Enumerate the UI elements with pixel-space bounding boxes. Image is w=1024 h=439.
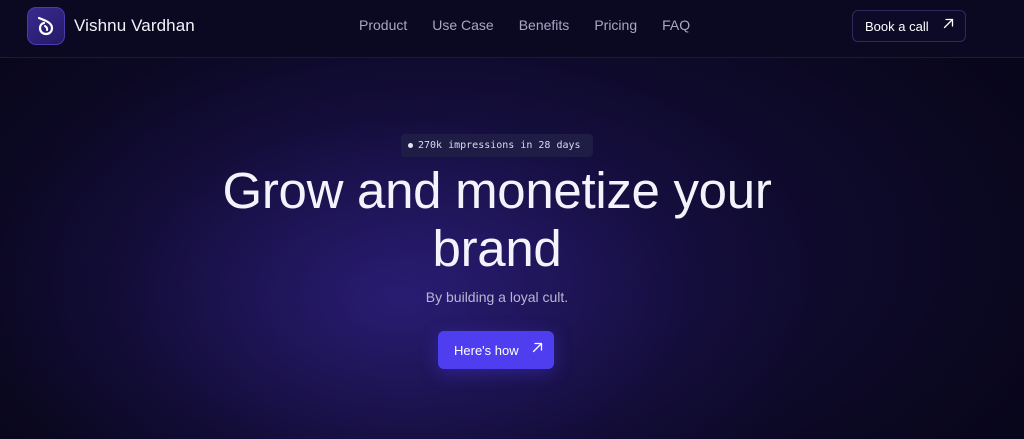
brand-name[interactable]: Vishnu Vardhan [74, 16, 195, 36]
arrow-up-right-icon [942, 17, 955, 35]
swirl-logo-icon[interactable] [27, 7, 65, 45]
arrow-up-right-icon [531, 341, 544, 359]
main-nav: Product Use Case Benefits Pricing FAQ [359, 17, 690, 33]
brand[interactable]: Vishnu Vardhan [27, 7, 195, 45]
nav-link-faq[interactable]: FAQ [662, 17, 690, 33]
book-a-call-label: Book a call [865, 18, 929, 34]
impressions-badge: 270k impressions in 28 days [401, 134, 593, 157]
badge-dot-icon [408, 143, 413, 148]
heres-how-label: Here's how [454, 342, 519, 358]
book-a-call-button[interactable]: Book a call [852, 10, 966, 42]
nav-link-benefits[interactable]: Benefits [519, 17, 570, 33]
nav-link-product[interactable]: Product [359, 17, 407, 33]
landing-page: Vishnu Vardhan Product Use Case Benefits… [0, 0, 1024, 439]
site-header: Vishnu Vardhan Product Use Case Benefits… [0, 0, 1024, 58]
nav-link-pricing[interactable]: Pricing [594, 17, 637, 33]
nav-link-use-case[interactable]: Use Case [432, 17, 493, 33]
headline-line-1: Grow and monetize your [222, 162, 772, 219]
hero-headline: Grow and monetize your brand [162, 162, 832, 278]
hero-subtitle: By building a loyal cult. [425, 289, 569, 305]
heres-how-button[interactable]: Here's how [438, 331, 554, 369]
badge-text: 270k impressions in 28 days [418, 140, 581, 151]
headline-line-2: brand [432, 220, 562, 277]
